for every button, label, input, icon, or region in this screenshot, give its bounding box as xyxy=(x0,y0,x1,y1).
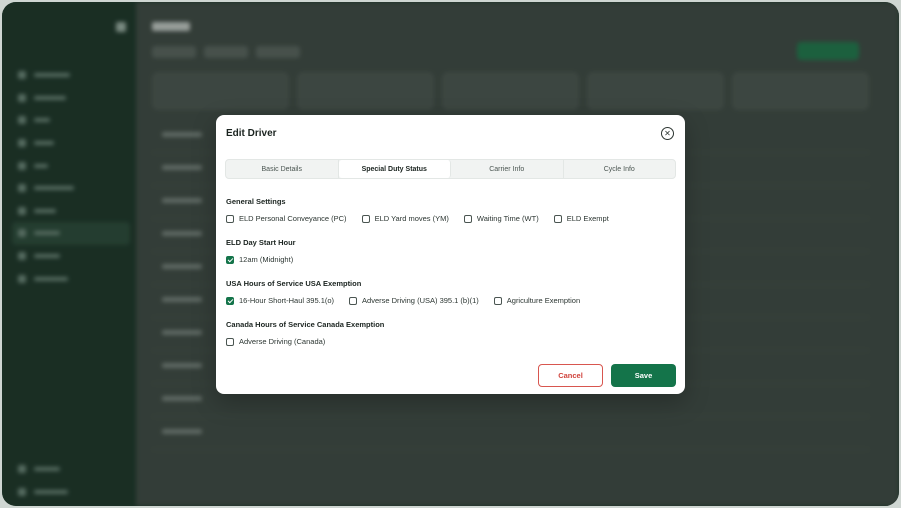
tab-cycle-info[interactable]: Cycle Info xyxy=(564,160,676,178)
checkbox-eld-exempt[interactable]: ELD Exempt xyxy=(553,214,609,223)
tab-carrier-info[interactable]: Carrier Info xyxy=(451,160,564,178)
general-options: ELD Personal Conveyance (PC) ELD Yard mo… xyxy=(226,214,624,223)
checkbox-adverse-driving-usa[interactable]: Adverse Driving (USA) 395.1 (b)(1) xyxy=(349,296,479,305)
checkbox-agriculture-exemption[interactable]: Agriculture Exemption xyxy=(493,296,581,305)
tab-special-duty-status[interactable]: Special Duty Status xyxy=(338,160,451,178)
modal-title: Edit Driver xyxy=(226,128,277,139)
tab-basic-details[interactable]: Basic Details xyxy=(226,160,339,178)
checkbox-label: 12am (Midnight) xyxy=(239,255,294,264)
section-title-usa: USA Hours of Service USA Exemption xyxy=(226,279,362,288)
checkbox-label: Agriculture Exemption xyxy=(506,296,581,305)
checkbox-adverse-driving-canada[interactable]: Adverse Driving (Canada) xyxy=(226,337,325,346)
save-button[interactable]: Save xyxy=(611,364,676,387)
section-title-canada: Canada Hours of Service Canada Exemption xyxy=(226,320,385,329)
checkbox-label: Adverse Driving (Canada) xyxy=(239,337,326,346)
modal-tabs: Basic Details Special Duty Status Carrie… xyxy=(225,159,676,179)
usa-options: 16-Hour Short-Haul 395.1(o) Adverse Driv… xyxy=(226,296,595,305)
checkbox-eld-yard-moves[interactable]: ELD Yard moves (YM) xyxy=(361,214,449,223)
checkbox-12am-midnight[interactable]: 12am (Midnight) xyxy=(226,255,293,264)
close-icon[interactable]: ✕ xyxy=(661,127,674,140)
checkbox-label: 16-Hour Short-Haul 395.1(o) xyxy=(239,296,335,305)
checkbox-waiting-time[interactable]: Waiting Time (WT) xyxy=(463,214,539,223)
checkbox-eld-personal-conveyance[interactable]: ELD Personal Conveyance (PC) xyxy=(226,214,347,223)
checkbox-label: ELD Yard moves (YM) xyxy=(374,214,449,223)
checkbox-label: ELD Personal Conveyance (PC) xyxy=(239,214,347,223)
checkbox-16-hour-short-haul[interactable]: 16-Hour Short-Haul 395.1(o) xyxy=(226,296,334,305)
checkbox-label: ELD Exempt xyxy=(566,214,609,223)
day-start-options: 12am (Midnight) xyxy=(226,255,308,264)
canada-options: Adverse Driving (Canada) xyxy=(226,337,340,346)
edit-driver-modal: Edit Driver ✕ Basic Details Special Duty… xyxy=(216,115,685,394)
section-title-general: General Settings xyxy=(226,197,286,206)
checkbox-label: Adverse Driving (USA) 395.1 (b)(1) xyxy=(362,296,479,305)
section-title-day-start: ELD Day Start Hour xyxy=(226,238,296,247)
cancel-button[interactable]: Cancel xyxy=(538,364,603,387)
checkbox-label: Waiting Time (WT) xyxy=(476,214,539,223)
